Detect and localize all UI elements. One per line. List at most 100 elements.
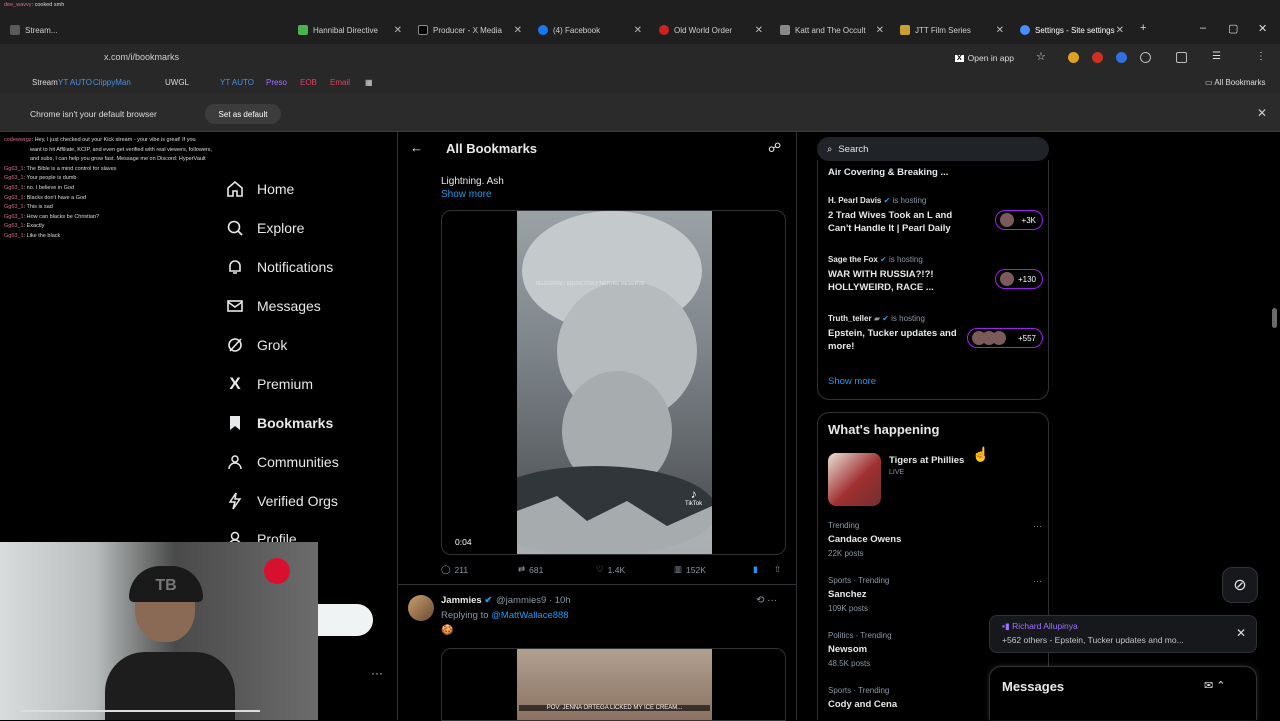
extension-icon[interactable] xyxy=(1068,52,1079,63)
bookmark-link[interactable]: UWGL xyxy=(165,78,189,87)
new-message-icon[interactable]: ✉ xyxy=(1204,680,1213,692)
bookmark-link[interactable]: Email xyxy=(330,78,350,87)
tab-close-icon[interactable]: ✕ xyxy=(755,25,763,36)
tweet-author-name[interactable]: Jammies ✔ xyxy=(441,595,492,606)
browser-tab[interactable]: Katt and The Occult ✕ xyxy=(780,20,884,40)
tab-favicon-icon xyxy=(418,25,428,35)
folder-icon: ▭ xyxy=(1205,78,1215,87)
tweet-author-handle[interactable]: @jammies9 · 10h xyxy=(496,595,571,606)
browser-tab[interactable]: (4) Facebook ✕ xyxy=(538,20,642,40)
more-dots-icon[interactable]: ··· xyxy=(1033,576,1042,586)
space-notification-toast[interactable]: ▪▮ Richard Allupinya +562 others - Epste… xyxy=(989,615,1257,653)
open-in-app-button[interactable]: X Open in app xyxy=(955,51,1014,65)
add-folder-icon[interactable]: ☍ xyxy=(768,140,781,156)
more-dots-icon[interactable]: ··· xyxy=(767,595,777,606)
reply-button[interactable]: ◯ 211 xyxy=(441,564,468,575)
bookmark-link[interactable]: Preso xyxy=(266,78,287,87)
maximize-icon[interactable]: ▢ xyxy=(1228,22,1238,35)
messages-drawer[interactable]: Messages ✉ ⌃ xyxy=(989,666,1257,720)
nav-item-messages[interactable]: Messages xyxy=(225,291,321,321)
grok-icon[interactable]: ⟲ xyxy=(756,595,764,606)
nav-item-communities[interactable]: Communities xyxy=(225,447,339,477)
stream-progress-bar xyxy=(20,710,260,712)
url-field[interactable]: x.com/i/bookmarks xyxy=(104,52,179,62)
close-window-icon[interactable]: ✕ xyxy=(1258,22,1267,35)
bookmark-link[interactable]: ClippyMan xyxy=(93,78,131,87)
close-icon[interactable]: ✕ xyxy=(1236,626,1246,640)
home-icon xyxy=(225,179,245,199)
tab-close-icon[interactable]: ✕ xyxy=(514,25,522,36)
reply-mention-link[interactable]: @MattWallace888 xyxy=(491,610,568,621)
menu-dots-icon[interactable]: ⋮ xyxy=(1256,52,1267,63)
chevron-up-icon[interactable]: ⌃ xyxy=(1216,680,1225,692)
extension-icon[interactable] xyxy=(1092,52,1103,63)
tweet-video[interactable]: TELEGRAM / KRONOTSKY NATURE RESERVE ♪ Tik… xyxy=(441,210,786,555)
close-icon[interactable]: ✕ xyxy=(1257,106,1267,120)
nav-item-verified-orgs[interactable]: Verified Orgs xyxy=(225,486,338,516)
verified-badge-icon: ✔ xyxy=(880,255,887,264)
space-item[interactable]: Sage the Fox ✔ is hosting WAR WITH RUSSI… xyxy=(828,255,1043,294)
show-more-link[interactable]: Show more xyxy=(828,376,876,387)
tab-favicon-icon xyxy=(900,25,910,35)
browser-tab[interactable]: Stream... xyxy=(10,20,62,40)
nav-item-grok[interactable]: Grok xyxy=(225,330,287,360)
space-item[interactable]: Air Covering & Breaking ... xyxy=(828,166,1043,179)
bookmark-link[interactable]: YT AUTO xyxy=(220,78,254,87)
space-item[interactable]: H. Pearl Davis ✔ is hosting 2 Trad Wives… xyxy=(828,196,1043,235)
browser-tab[interactable]: Old World Order ✕ xyxy=(659,20,763,40)
tab-close-icon[interactable]: ✕ xyxy=(394,25,402,36)
browser-tab[interactable]: Producer - X Media ✕ xyxy=(418,20,522,40)
tab-close-icon[interactable]: ✕ xyxy=(1116,25,1124,36)
event-thumbnail[interactable] xyxy=(828,453,881,506)
grok-floating-button[interactable]: ⊘ xyxy=(1222,567,1258,603)
extensions-puzzle-icon[interactable] xyxy=(1140,52,1151,63)
bookmark-link[interactable]: EOB xyxy=(300,78,317,87)
more-dots-icon[interactable]: ··· xyxy=(1033,521,1042,531)
bookmark-link[interactable]: Stream xyxy=(32,78,58,87)
nav-item-home[interactable]: Home xyxy=(225,174,294,204)
space-item[interactable]: Truth_teller ▰ ✔ is hosting Epstein, Tuc… xyxy=(828,314,1043,353)
browser-tab-active[interactable]: Settings - Site settings ✕ xyxy=(1020,20,1124,40)
nav-item-premium[interactable]: X Premium xyxy=(225,369,313,399)
back-arrow-icon[interactable]: ← xyxy=(410,140,423,155)
apps-grid-icon[interactable]: ▦ xyxy=(365,78,373,87)
like-button[interactable]: ♡ 1.4K xyxy=(596,564,625,575)
star-icon[interactable]: ☆ xyxy=(1036,52,1047,63)
tab-close-icon[interactable]: ✕ xyxy=(996,25,1004,36)
all-bookmarks-folder[interactable]: ▭ All Bookmarks xyxy=(1205,78,1265,87)
nav-item-explore[interactable]: Explore xyxy=(225,213,304,243)
tweet[interactable]: Jammies ✔ @jammies9 · 10h ⟲ ··· Replying… xyxy=(398,584,796,721)
repost-button[interactable]: ⇄ 681 xyxy=(518,564,543,575)
bookmark-link[interactable]: YT AUTO xyxy=(58,78,92,87)
set-default-button[interactable]: Set as default xyxy=(205,104,281,124)
share-button[interactable]: ⇧ xyxy=(774,564,781,575)
scrollbar-thumb[interactable] xyxy=(1272,308,1277,328)
bookmark-button[interactable]: ▮ xyxy=(753,564,758,575)
extension-icon[interactable] xyxy=(1116,52,1127,63)
browser-tab[interactable]: JTT Film Series ✕ xyxy=(900,20,1004,40)
views-button[interactable]: ▥ 152K xyxy=(674,564,706,575)
tweet-video[interactable]: POV: JENNA ORTEGA LICKED MY ICE CREAM... xyxy=(441,648,786,721)
profile-icon[interactable]: ☰ xyxy=(1212,52,1223,63)
search-input[interactable]: ⌕ Search xyxy=(817,137,1049,161)
account-menu-icon[interactable]: ··· xyxy=(371,666,383,680)
browser-tab[interactable]: Hannibal Directive ✕ xyxy=(298,20,402,40)
trend-item[interactable]: Sports · Trending Sanchez 109K posts ··· xyxy=(828,576,1042,613)
tab-close-icon[interactable]: ✕ xyxy=(876,25,884,36)
minimize-icon[interactable]: – xyxy=(1200,22,1206,34)
space-listeners-pill[interactable]: +557 xyxy=(967,328,1043,348)
side-panel-icon[interactable] xyxy=(1176,52,1187,63)
tab-close-icon[interactable]: ✕ xyxy=(634,25,642,36)
show-more-link[interactable]: Show more xyxy=(441,189,492,200)
nav-item-notifications[interactable]: Notifications xyxy=(225,252,333,282)
nav-item-bookmarks[interactable]: Bookmarks xyxy=(225,408,333,438)
event-title[interactable]: Tigers at Phillies xyxy=(889,455,964,466)
space-listeners-pill[interactable]: +130 xyxy=(995,269,1043,289)
space-listeners-pill[interactable]: +3K xyxy=(995,210,1043,230)
scrollbar[interactable] xyxy=(1271,132,1278,720)
video-frame[interactable]: POV: JENNA ORTEGA LICKED MY ICE CREAM... xyxy=(517,649,712,720)
trend-item[interactable]: Trending Candace Owens 22K posts ··· xyxy=(828,521,1042,558)
video-frame[interactable]: TELEGRAM / KRONOTSKY NATURE RESERVE ♪ Tik… xyxy=(517,211,712,554)
avatar[interactable] xyxy=(408,595,434,621)
new-tab-icon[interactable]: + xyxy=(1140,22,1146,34)
